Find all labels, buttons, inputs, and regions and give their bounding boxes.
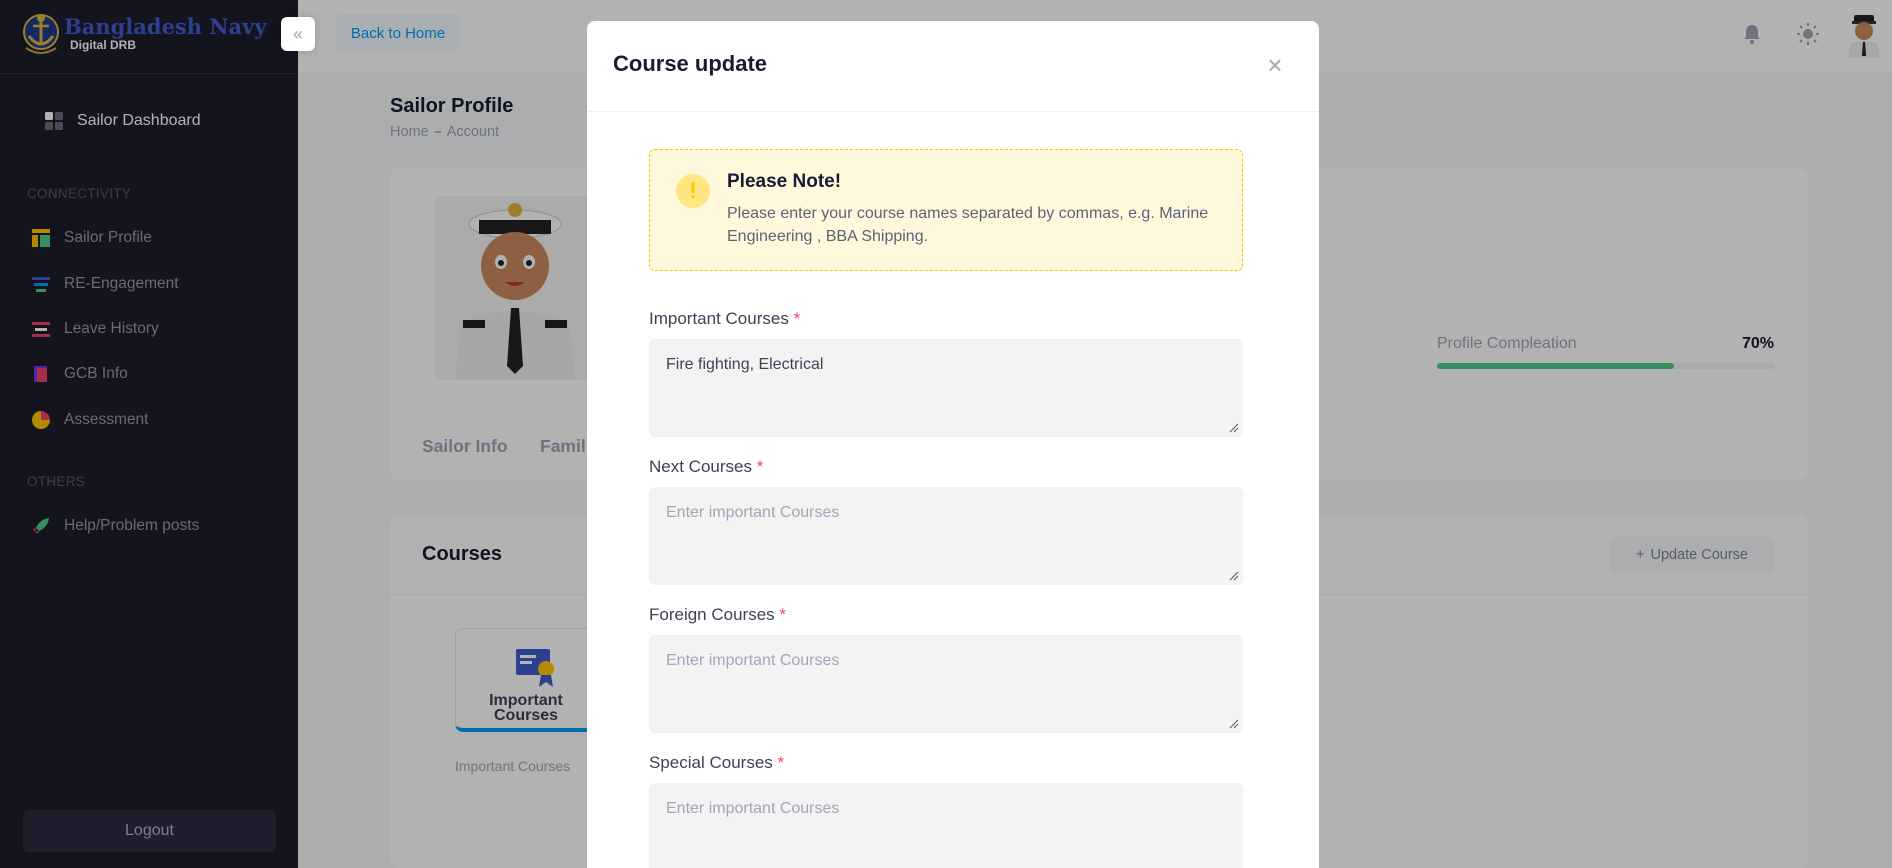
- modal-title: Course update: [613, 51, 768, 76]
- required-mark: *: [779, 605, 787, 624]
- notice-text: Please enter your course names separated…: [727, 205, 1209, 245]
- close-icon[interactable]: ×: [1263, 52, 1287, 78]
- field-label-text: Important Courses: [649, 309, 789, 328]
- double-chevron-left-icon: «: [292, 23, 303, 44]
- sidebar-collapse-button[interactable]: «: [281, 17, 315, 51]
- important-courses-textarea[interactable]: Fire fighting, Electrical: [649, 339, 1243, 437]
- required-mark: *: [793, 309, 801, 328]
- course-update-modal: Course update × ! Please Note! Please en…: [587, 21, 1319, 868]
- field-label-text: Foreign Courses: [649, 605, 775, 624]
- next-courses-placeholder: Enter important Courses: [666, 504, 840, 521]
- foreign-courses-label: Foreign Courses *: [649, 605, 786, 625]
- foreign-courses-placeholder: Enter important Courses: [666, 652, 840, 669]
- resize-grip-icon[interactable]: [1229, 719, 1239, 729]
- exclamation-icon: !: [676, 174, 710, 208]
- special-courses-textarea[interactable]: Enter important Courses: [649, 783, 1243, 868]
- modal-divider: [587, 111, 1319, 112]
- field-label-text: Next Courses: [649, 457, 752, 476]
- resize-grip-icon[interactable]: [1229, 571, 1239, 581]
- resize-grip-icon[interactable]: [1229, 423, 1239, 433]
- notice-box: ! Please Note! Please enter your course …: [649, 149, 1243, 271]
- required-mark: *: [756, 457, 764, 476]
- special-courses-label: Special Courses *: [649, 753, 784, 773]
- notice-title: Please Note!: [727, 171, 842, 192]
- special-courses-placeholder: Enter important Courses: [666, 800, 840, 817]
- next-courses-textarea[interactable]: Enter important Courses: [649, 487, 1243, 585]
- important-courses-value: Fire fighting, Electrical: [666, 356, 824, 373]
- important-courses-label: Important Courses *: [649, 309, 800, 329]
- field-label-text: Special Courses: [649, 753, 773, 772]
- required-mark: *: [777, 753, 785, 772]
- next-courses-label: Next Courses *: [649, 457, 763, 477]
- foreign-courses-textarea[interactable]: Enter important Courses: [649, 635, 1243, 733]
